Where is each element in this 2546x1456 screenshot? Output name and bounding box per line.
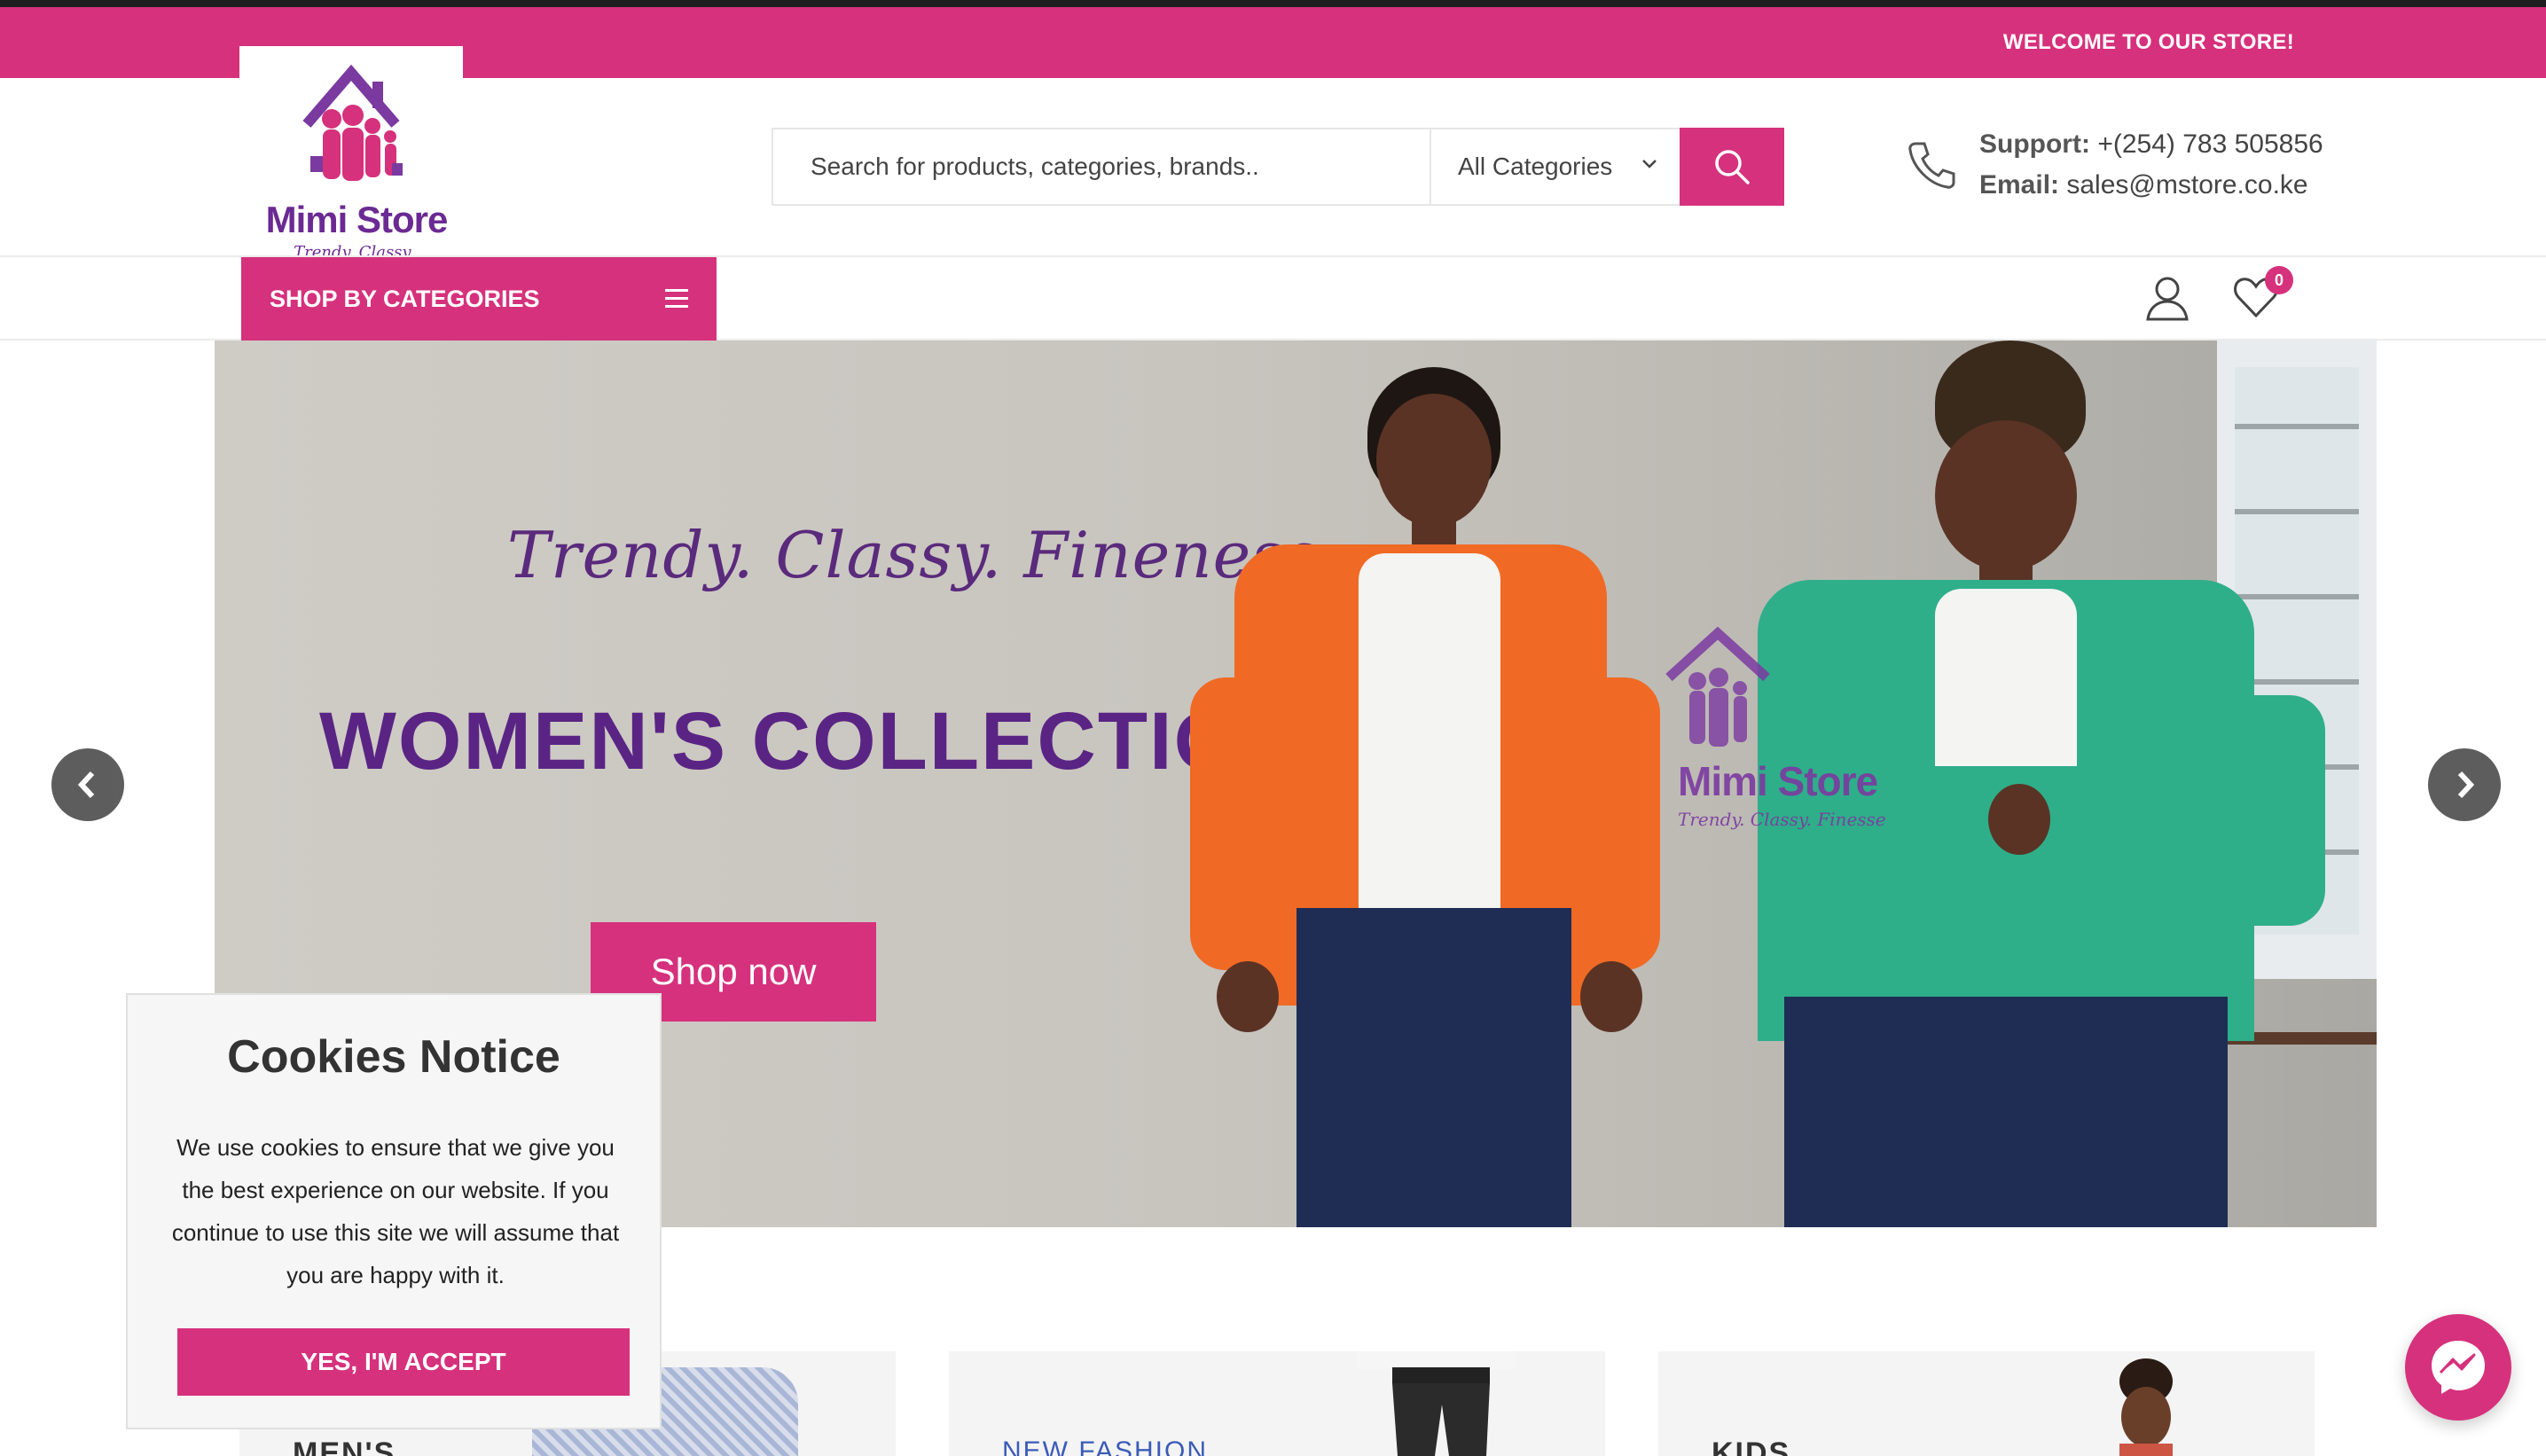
messenger-icon	[2432, 1341, 2485, 1394]
support-phone[interactable]: +(254) 783 505856	[2097, 129, 2323, 159]
watermark-logo-icon	[1665, 626, 1770, 747]
search-icon	[1715, 150, 1750, 184]
email-label: Email:	[1979, 170, 2060, 200]
top-border	[0, 0, 2546, 7]
email-line: Email: sales@mstore.co.ke	[1979, 165, 2370, 206]
page: WELCOME TO OUR STORE! Mimi Store Trendy.…	[0, 0, 2546, 1456]
cookie-accept-button[interactable]: YES, I'M ACCEPT	[177, 1328, 630, 1396]
user-account-icon[interactable]	[2143, 273, 2192, 323]
search-bar: All Categories	[772, 128, 1784, 206]
search-button[interactable]	[1680, 128, 1784, 206]
slider-next-button[interactable]	[2428, 748, 2501, 821]
watermark-title: Mimi Store	[1678, 758, 1878, 804]
category-select-value: All Categories	[1458, 153, 1613, 180]
cookie-notice-text: We use cookies to ensure that we give yo…	[171, 1134, 620, 1288]
category-card-kids[interactable]: KIDS	[1658, 1351, 2315, 1456]
shop-by-categories-label: SHOP BY CATEGORIES	[270, 286, 540, 312]
support-label: Support:	[1979, 129, 2090, 159]
shop-by-categories-button[interactable]: SHOP BY CATEGORIES	[241, 257, 717, 341]
chevron-right-icon	[2457, 771, 2475, 799]
cookie-notice-title: Cookies Notice	[227, 1031, 560, 1083]
search-input[interactable]	[773, 129, 1430, 204]
wishlist-count-badge: 0	[2265, 266, 2293, 294]
category-card-new-fashion[interactable]: NEW FASHION	[949, 1351, 1605, 1456]
category-card-label: MEN'S	[293, 1436, 396, 1456]
watermark-tagline: Trendy. Classy. Finesse	[1678, 809, 1886, 830]
messenger-chat-button[interactable]	[2405, 1314, 2511, 1421]
chevron-left-icon	[77, 771, 95, 799]
category-card-label: NEW FASHION	[1002, 1436, 1209, 1456]
logo-title: Mimi Store	[265, 199, 449, 240]
support-line: Support: +(254) 783 505856	[1979, 124, 2370, 165]
phone-icon	[1908, 142, 1955, 189]
category-card-label: KIDS	[1712, 1436, 1791, 1456]
support-email[interactable]: sales@mstore.co.ke	[2066, 170, 2307, 200]
category-select[interactable]: All Categories	[1430, 129, 1680, 204]
chevron-down-icon	[1642, 160, 1657, 168]
welcome-text: WELCOME TO OUR STORE!	[2002, 30, 2294, 54]
slider-prev-button[interactable]	[51, 748, 124, 821]
kid-image	[2119, 1358, 2173, 1456]
trousers-image	[1357, 1351, 1516, 1456]
menu-icon	[665, 289, 688, 308]
store-logo[interactable]: Mimi Store Trendy. Classy. Finesse	[239, 46, 463, 280]
model-orange-jacket	[1119, 341, 1704, 1227]
cookie-notice: Cookies Notice We use cookies to ensure …	[126, 993, 662, 1429]
